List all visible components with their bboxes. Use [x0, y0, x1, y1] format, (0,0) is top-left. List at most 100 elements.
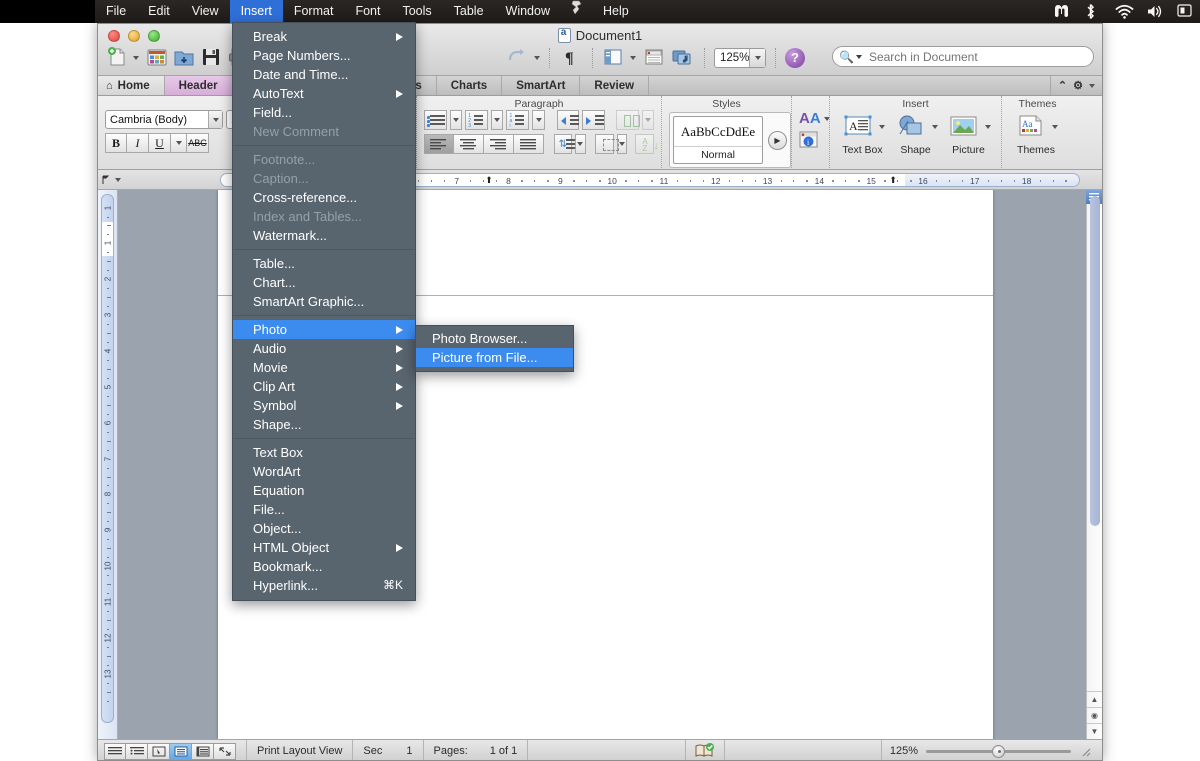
menu-item-chart[interactable]: Chart... — [233, 273, 415, 292]
print-layout-view-button[interactable] — [170, 743, 192, 760]
sidebar-icon[interactable] — [602, 46, 626, 70]
menu-item-audio[interactable]: Audio — [233, 339, 415, 358]
tab-review[interactable]: Review — [580, 76, 649, 95]
menu-item-clip-art[interactable]: Clip Art — [233, 377, 415, 396]
media-icon[interactable] — [671, 46, 695, 70]
new-document-dropdown-icon[interactable] — [133, 56, 139, 60]
menu-item-field[interactable]: Field... — [233, 103, 415, 122]
zoom-slider[interactable] — [926, 750, 1071, 753]
menu-item-autotext[interactable]: AutoText — [233, 84, 415, 103]
text-styles-icon[interactable]: AA — [799, 110, 821, 127]
collapse-ribbon-icon[interactable]: ⌃ — [1058, 79, 1067, 92]
numbered-list-button[interactable]: 123 — [465, 110, 488, 130]
display-icon[interactable] — [1177, 3, 1194, 20]
scroll-next-page-button[interactable]: ▼ — [1087, 723, 1102, 739]
align-left-button[interactable] — [424, 134, 454, 154]
picture-dropdown-icon[interactable] — [985, 125, 991, 129]
menu-item-equation[interactable]: Equation — [233, 481, 415, 500]
script-menu-icon[interactable] — [561, 0, 592, 23]
menu-insert[interactable]: Insert — [230, 0, 283, 23]
multilevel-list-button[interactable]: 1ai — [506, 110, 529, 130]
sort-button[interactable]: AZ ↓ — [635, 134, 654, 154]
themes-button[interactable]: Aa Themes — [1009, 113, 1063, 156]
decrease-indent-button[interactable] — [557, 110, 580, 130]
menu-font[interactable]: Font — [344, 0, 391, 23]
menu-item-smartart-graphic[interactable]: SmartArt Graphic... — [233, 292, 415, 311]
select-browse-object-button[interactable]: ◉ — [1087, 707, 1102, 723]
submenu-item-picture-from-file[interactable]: Picture from File... — [416, 348, 573, 367]
apple-menu-area[interactable] — [0, 0, 95, 23]
align-right-button[interactable] — [484, 134, 514, 154]
volume-icon[interactable] — [1146, 3, 1163, 20]
menu-item-table[interactable]: Table... — [233, 254, 415, 273]
line-spacing-dropdown-icon[interactable] — [575, 134, 585, 154]
publishing-layout-view-button[interactable] — [148, 743, 170, 760]
menu-item-cross-reference[interactable]: Cross-reference... — [233, 188, 415, 207]
underline-button[interactable]: U — [149, 133, 171, 153]
menu-item-photo[interactable]: Photo — [233, 320, 415, 339]
search-input[interactable] — [869, 50, 1079, 64]
increase-indent-button[interactable] — [582, 110, 605, 130]
notebook-icon[interactable] — [643, 46, 667, 70]
menu-edit[interactable]: Edit — [137, 0, 181, 23]
bulleted-list-button[interactable] — [424, 110, 447, 130]
save-icon[interactable] — [200, 46, 224, 70]
wifi-icon[interactable] — [1115, 3, 1132, 20]
focus-view-button[interactable] — [214, 743, 236, 760]
themes-dropdown-icon[interactable] — [1052, 125, 1058, 129]
outline-view-button[interactable] — [126, 743, 148, 760]
menu-item-text-box[interactable]: Text Box — [233, 443, 415, 462]
justify-button[interactable] — [514, 134, 544, 154]
indent-marker[interactable]: ⬆ — [889, 175, 897, 186]
borders-button[interactable] — [595, 134, 614, 154]
help-button[interactable]: ? — [785, 48, 805, 68]
notebook-layout-view-button[interactable] — [192, 743, 214, 760]
zoom-slider-knob[interactable] — [992, 745, 1005, 758]
menu-item-shape[interactable]: Shape... — [233, 415, 415, 434]
submenu-item-photo-browser[interactable]: Photo Browser... — [416, 329, 573, 348]
menu-item-html-object[interactable]: HTML Object — [233, 538, 415, 557]
menu-item-wordart[interactable]: WordArt — [233, 462, 415, 481]
multilevel-list-dropdown-icon[interactable] — [532, 110, 544, 130]
bluetooth-icon[interactable] — [1084, 3, 1101, 20]
search-box[interactable]: 🔍 — [832, 46, 1094, 67]
menu-view[interactable]: View — [181, 0, 230, 23]
ribbon-options-gear-icon[interactable]: ⚙ — [1073, 79, 1083, 92]
spelling-status[interactable] — [685, 740, 724, 761]
underline-dropdown-icon[interactable] — [171, 133, 187, 153]
tab-home[interactable]: ⌂ Home — [98, 76, 165, 95]
menu-window[interactable]: Window — [495, 0, 561, 23]
menu-tools[interactable]: Tools — [391, 0, 442, 23]
italic-button[interactable]: I — [127, 133, 149, 153]
bulleted-list-dropdown-icon[interactable] — [450, 110, 462, 130]
line-spacing-button[interactable]: ⇅ — [554, 134, 573, 154]
open-icon[interactable] — [173, 46, 197, 70]
tab-stop-marker[interactable]: ⬆ — [485, 175, 493, 186]
menu-help[interactable]: Help — [592, 0, 640, 23]
new-document-icon[interactable] — [106, 46, 130, 70]
menu-table[interactable]: Table — [443, 0, 495, 23]
scrollbar-thumb[interactable] — [1090, 196, 1100, 526]
shape-dropdown-icon[interactable] — [932, 125, 938, 129]
insert-shape-button[interactable]: Shape — [890, 113, 941, 156]
bold-button[interactable]: B — [105, 133, 127, 153]
photo-submenu[interactable]: Photo Browser...Picture from File... — [415, 325, 574, 372]
menu-item-bookmark[interactable]: Bookmark... — [233, 557, 415, 576]
numbered-list-dropdown-icon[interactable] — [491, 110, 503, 130]
resize-grip-icon[interactable] — [1079, 745, 1091, 757]
menu-item-movie[interactable]: Movie — [233, 358, 415, 377]
columns-button[interactable] — [616, 110, 639, 130]
draft-view-button[interactable] — [104, 743, 126, 760]
scroll-prev-page-button[interactable]: ▲ — [1087, 691, 1102, 707]
styles-pane-icon[interactable]: i — [799, 130, 819, 150]
menu-item-watermark[interactable]: Watermark... — [233, 226, 415, 245]
insert-dropdown-menu[interactable]: BreakPage Numbers...Date and Time...Auto… — [232, 22, 416, 601]
tab-smartart[interactable]: SmartArt — [502, 76, 580, 95]
styles-more-button[interactable]: ▶ — [768, 131, 787, 150]
tab-header[interactable]: Header — [165, 76, 233, 95]
redo-dropdown-icon[interactable] — [534, 56, 540, 60]
search-dropdown-icon[interactable] — [856, 55, 862, 59]
menu-item-object[interactable]: Object... — [233, 519, 415, 538]
strikethrough-button[interactable]: ABC — [187, 133, 209, 153]
menu-item-page-numbers[interactable]: Page Numbers... — [233, 46, 415, 65]
